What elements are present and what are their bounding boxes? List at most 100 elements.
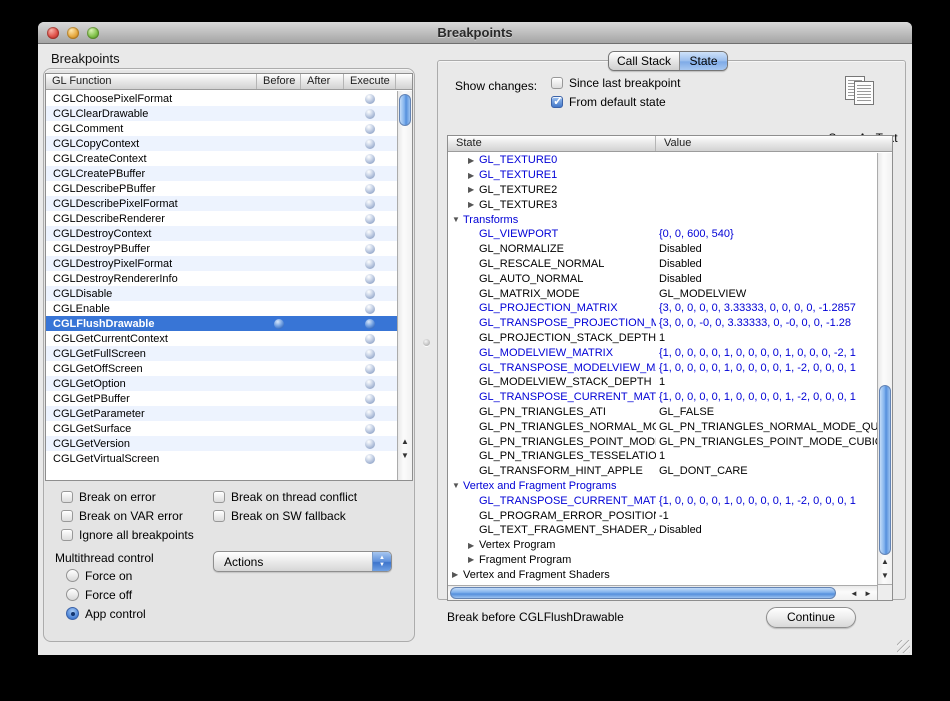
- scrollbar-thumb[interactable]: [450, 587, 836, 599]
- execute-breakpoint-orb-icon[interactable]: [365, 274, 375, 284]
- execute-breakpoint-cell[interactable]: [344, 334, 396, 344]
- gl-function-row[interactable]: CGLDescribePixelFormat: [46, 196, 397, 211]
- state-row[interactable]: GL_AUTO_NORMALDisabled: [448, 271, 877, 286]
- execute-breakpoint-cell[interactable]: [344, 214, 396, 224]
- execute-breakpoint-orb-icon[interactable]: [365, 94, 375, 104]
- state-row[interactable]: GL_TRANSPOSE_CURRENT_MATRI{1, 0, 0, 0, 0…: [448, 390, 877, 405]
- execute-breakpoint-cell[interactable]: [344, 454, 396, 464]
- execute-breakpoint-orb-icon[interactable]: [365, 409, 375, 419]
- callstack-state-segmented-control[interactable]: Call Stack State: [608, 51, 728, 71]
- execute-breakpoint-orb-icon[interactable]: [365, 259, 375, 269]
- save-as-text-icon[interactable]: [845, 76, 879, 107]
- state-row[interactable]: GL_PROJECTION_MATRIX{3, 0, 0, 0, 0, 3.33…: [448, 301, 877, 316]
- scrollbar-thumb[interactable]: [399, 94, 411, 126]
- state-row[interactable]: GL_PN_TRIANGLES_TESSELATION_1: [448, 449, 877, 464]
- continue-button[interactable]: Continue: [766, 607, 856, 628]
- gl-function-row[interactable]: CGLCreatePBuffer: [46, 166, 397, 181]
- execute-breakpoint-cell[interactable]: [344, 229, 396, 239]
- state-row[interactable]: GL_MODELVIEW_MATRIX{1, 0, 0, 0, 0, 1, 0,…: [448, 345, 877, 360]
- scroll-left-arrow-icon[interactable]: ◄: [847, 587, 861, 600]
- state-row[interactable]: ▼Transforms: [448, 212, 877, 227]
- gl-function-row[interactable]: CGLGetOffScreen: [46, 361, 397, 376]
- checkbox-since-last-breakpoint[interactable]: [551, 77, 563, 89]
- state-row[interactable]: ▶Fragment Program: [448, 553, 877, 568]
- execute-breakpoint-cell[interactable]: [344, 94, 396, 104]
- state-row[interactable]: GL_PN_TRIANGLES_ATIGL_FALSE: [448, 405, 877, 420]
- execute-breakpoint-cell[interactable]: [344, 259, 396, 269]
- scroll-right-arrow-icon[interactable]: ►: [861, 587, 875, 600]
- state-row[interactable]: ▶Vertex Program: [448, 538, 877, 553]
- gl-function-list-body[interactable]: CGLChoosePixelFormatCGLClearDrawableCGLC…: [46, 91, 397, 480]
- gl-function-row[interactable]: CGLGetOption: [46, 376, 397, 391]
- state-row[interactable]: GL_PROGRAM_ERROR_POSITION_A-1: [448, 508, 877, 523]
- window-resize-grip[interactable]: [897, 640, 910, 653]
- disclosure-collapsed-icon[interactable]: ▶: [452, 570, 463, 579]
- state-row[interactable]: GL_TRANSPOSE_CURRENT_MATRI{1, 0, 0, 0, 0…: [448, 493, 877, 508]
- state-row[interactable]: GL_VIEWPORT{0, 0, 600, 540}: [448, 227, 877, 242]
- state-row[interactable]: ▶Vertex and Fragment Shaders: [448, 567, 877, 582]
- execute-breakpoint-cell[interactable]: [344, 184, 396, 194]
- state-row[interactable]: ▶GL_TEXTURE3: [448, 197, 877, 212]
- execute-breakpoint-orb-icon[interactable]: [365, 424, 375, 434]
- state-row[interactable]: ▶GL_TEXTURE2: [448, 183, 877, 198]
- execute-breakpoint-orb-icon[interactable]: [365, 109, 375, 119]
- disclosure-collapsed-icon[interactable]: ▶: [468, 541, 479, 550]
- execute-breakpoint-orb-icon[interactable]: [365, 154, 375, 164]
- state-row[interactable]: GL_PN_TRIANGLES_POINT_MODE_GL_PN_TRIANGL…: [448, 434, 877, 449]
- gl-function-row[interactable]: CGLCreateContext: [46, 151, 397, 166]
- gl-function-row[interactable]: CGLDestroyContext: [46, 226, 397, 241]
- column-header-before[interactable]: Before: [257, 74, 301, 89]
- state-row[interactable]: ▶GL_TEXTURE1: [448, 168, 877, 183]
- gl-function-row[interactable]: CGLFlushDrawable: [46, 316, 397, 331]
- radio-app-control[interactable]: [66, 607, 79, 620]
- radio-force-off[interactable]: [66, 588, 79, 601]
- column-header-execute[interactable]: Execute: [344, 74, 396, 89]
- state-row[interactable]: GL_TEXT_FRAGMENT_SHADER_ATDisabled: [448, 523, 877, 538]
- state-table-body[interactable]: ▶GL_TEXTURE0▶GL_TEXTURE1▶GL_TEXTURE2▶GL_…: [448, 153, 877, 584]
- execute-breakpoint-cell[interactable]: [344, 319, 396, 329]
- state-row[interactable]: GL_MATRIX_MODEGL_MODELVIEW: [448, 286, 877, 301]
- disclosure-expanded-icon[interactable]: ▼: [452, 481, 463, 490]
- state-row[interactable]: ▼Vertex and Fragment Programs: [448, 479, 877, 494]
- state-table-vertical-scrollbar[interactable]: ▲ ▼: [877, 153, 892, 584]
- column-header-value[interactable]: Value: [656, 136, 892, 151]
- checkbox-break-on-error[interactable]: [61, 491, 73, 503]
- state-row[interactable]: GL_TRANSPOSE_PROJECTION_MAT{3, 0, 0, -0,…: [448, 316, 877, 331]
- execute-breakpoint-orb-icon[interactable]: [365, 349, 375, 359]
- execute-breakpoint-cell[interactable]: [344, 439, 396, 449]
- execute-breakpoint-cell[interactable]: [344, 124, 396, 134]
- execute-breakpoint-cell[interactable]: [344, 424, 396, 434]
- execute-breakpoint-cell[interactable]: [344, 409, 396, 419]
- execute-breakpoint-orb-icon[interactable]: [365, 334, 375, 344]
- execute-breakpoint-orb-icon[interactable]: [365, 319, 375, 329]
- execute-breakpoint-cell[interactable]: [344, 199, 396, 209]
- column-header-state[interactable]: State: [448, 136, 656, 151]
- radio-force-on[interactable]: [66, 569, 79, 582]
- gl-function-row[interactable]: CGLDestroyRendererInfo: [46, 271, 397, 286]
- execute-breakpoint-orb-icon[interactable]: [365, 139, 375, 149]
- column-header-after[interactable]: After: [301, 74, 344, 89]
- gl-function-list[interactable]: GL Function Before After Execute CGLChoo…: [45, 73, 413, 481]
- state-row[interactable]: GL_PROJECTION_STACK_DEPTH1: [448, 331, 877, 346]
- gl-function-row[interactable]: CGLEnable: [46, 301, 397, 316]
- state-table-horizontal-scrollbar[interactable]: ◄ ►: [448, 585, 877, 600]
- state-table-header[interactable]: State Value: [448, 136, 892, 152]
- checkbox-break-on-var-error[interactable]: [61, 510, 73, 522]
- gl-function-row[interactable]: CGLGetVirtualScreen: [46, 451, 397, 466]
- actions-popup-button[interactable]: Actions ▲▼: [213, 551, 392, 572]
- execute-breakpoint-cell[interactable]: [344, 304, 396, 314]
- execute-breakpoint-cell[interactable]: [344, 109, 396, 119]
- state-row[interactable]: GL_TRANSPOSE_MODELVIEW_MAT{1, 0, 0, 0, 0…: [448, 360, 877, 375]
- gl-function-row[interactable]: CGLGetPBuffer: [46, 391, 397, 406]
- state-table[interactable]: State Value ▶GL_TEXTURE0▶GL_TEXTURE1▶GL_…: [447, 135, 893, 601]
- gl-function-row[interactable]: CGLDestroyPixelFormat: [46, 256, 397, 271]
- gl-function-row[interactable]: CGLChoosePixelFormat: [46, 91, 397, 106]
- execute-breakpoint-orb-icon[interactable]: [365, 244, 375, 254]
- checkbox-from-default-state[interactable]: [551, 96, 563, 108]
- execute-breakpoint-orb-icon[interactable]: [365, 169, 375, 179]
- window-titlebar[interactable]: Breakpoints: [38, 22, 912, 44]
- gl-function-row[interactable]: CGLDescribePBuffer: [46, 181, 397, 196]
- disclosure-expanded-icon[interactable]: ▼: [452, 215, 463, 224]
- checkbox-break-on-thread-conflict[interactable]: [213, 491, 225, 503]
- scroll-down-arrow-icon[interactable]: ▼: [398, 449, 412, 462]
